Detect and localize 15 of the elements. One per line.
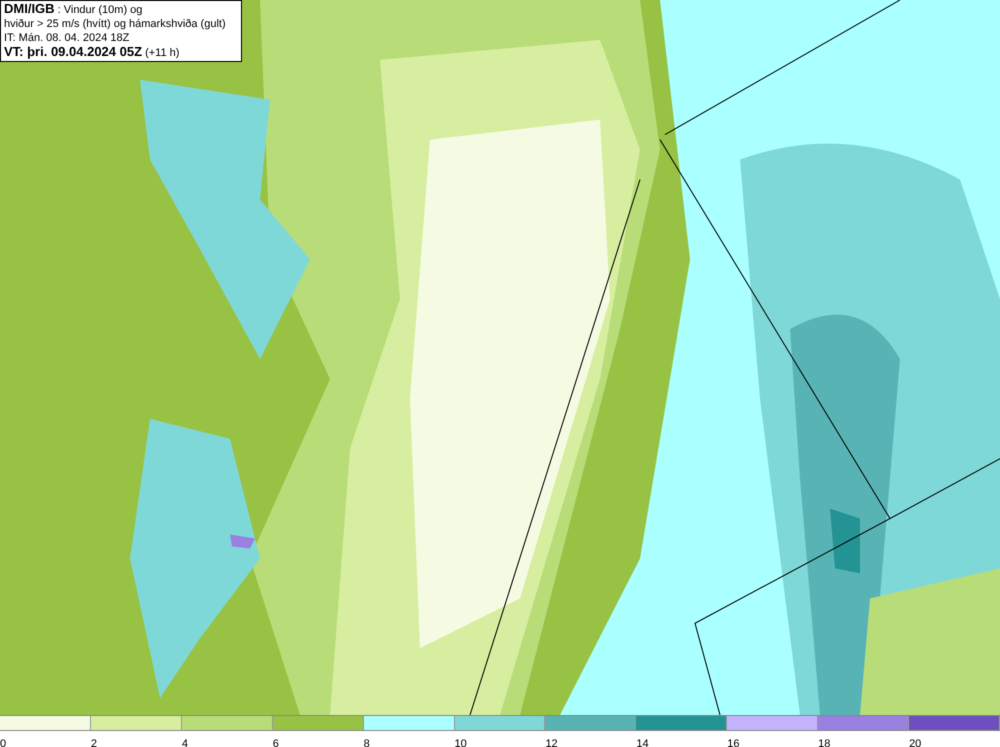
title-line: IT: Mán. 08. 04. 2024 18Z (4, 31, 130, 45)
legend-label: 16 (727, 737, 740, 747)
title-line: VT: þri. 09.04.2024 05Z (+11 h) (4, 45, 180, 60)
title-line: DMI/IGB : Vindur (10m) og (4, 2, 142, 17)
legend-label: 6 (272, 737, 279, 747)
legend-label: 20 (909, 737, 922, 747)
legend-label: 10 (454, 737, 467, 747)
legend-label: 2 (90, 737, 98, 747)
legend-label: 8 (364, 737, 370, 747)
legend-label: 14 (636, 737, 649, 747)
title-line: hviður > 25 m/s (hvítt) og hámarkshviða (gult) (4, 17, 226, 31)
legend-label: 12 (545, 737, 558, 747)
legend-label: 18 (818, 737, 830, 747)
legend-label: 0 (0, 737, 6, 747)
legend-label: 4 (182, 737, 188, 747)
